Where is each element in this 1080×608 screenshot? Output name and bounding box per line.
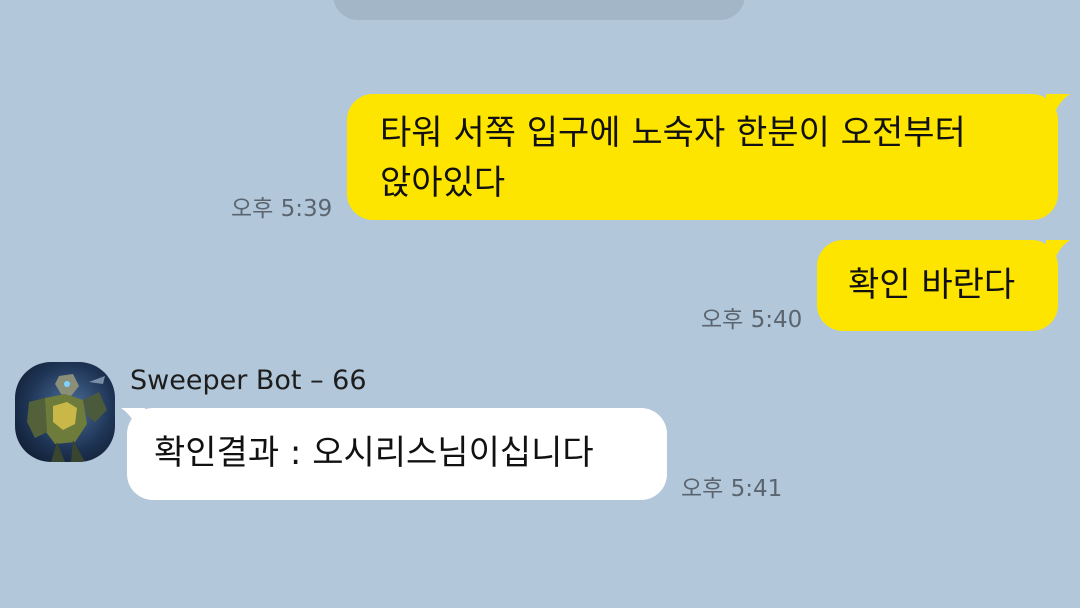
message-bubble-outgoing[interactable]: 확인 바란다 <box>817 240 1058 331</box>
message-timestamp: 오후 5:41 <box>681 476 783 502</box>
bubble-tail <box>121 408 145 430</box>
sender-avatar[interactable] <box>15 362 115 462</box>
message-bubble-incoming[interactable]: 확인결과 : 오시리스님이십니다 <box>127 408 667 500</box>
message-bubble-outgoing[interactable]: 타워 서쪽 입구에 노숙자 한분이 오전부터 앉아있다 <box>347 94 1058 220</box>
bubble-tail <box>1046 94 1070 116</box>
message-text-line: 타워 서쪽 입구에 노숙자 한분이 오전부터 <box>380 113 966 153</box>
message-text-line: 확인결과 : 오시리스님이십니다 <box>154 433 594 473</box>
message-text-line: 앉아있다 <box>380 163 506 203</box>
system-notice-pill <box>333 0 745 20</box>
message-text-line: 확인 바란다 <box>848 265 1016 305</box>
robot-avatar-icon <box>15 362 115 462</box>
sender-name: Sweeper Bot – 66 <box>130 365 367 396</box>
bubble-tail <box>1046 240 1070 262</box>
message-timestamp: 오후 5:39 <box>231 196 333 222</box>
message-timestamp: 오후 5:40 <box>701 307 803 333</box>
